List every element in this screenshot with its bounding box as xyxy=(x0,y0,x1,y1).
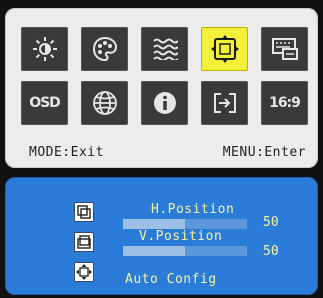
position-submenu-panel: H.Position 50 V.Position 50 Auto Config xyxy=(5,177,318,295)
h-position-value: 50 xyxy=(263,215,279,230)
language-globe-icon xyxy=(92,91,117,115)
tile-image[interactable] xyxy=(141,27,188,71)
auto-config-icon xyxy=(74,262,94,282)
tile-language[interactable] xyxy=(81,81,128,125)
osd-menu: OSD 16:9 MODE:Exit MENU:Enter H.Position… xyxy=(2,3,320,295)
v-position-icon xyxy=(74,232,94,252)
menu-enter-hint: MENU:Enter xyxy=(222,145,306,160)
tile-information[interactable] xyxy=(141,81,188,125)
tile-color[interactable] xyxy=(81,27,128,71)
brightness-icon xyxy=(32,37,57,61)
monitor-setup-icon xyxy=(271,38,298,60)
tile-input[interactable] xyxy=(201,81,248,125)
image-waves-icon xyxy=(152,38,178,60)
menu-icon-grid: OSD 16:9 xyxy=(21,27,313,125)
v-position-label: V.Position xyxy=(139,229,223,244)
v-position-slider-fill xyxy=(123,246,185,256)
osd-setup-icon: OSD xyxy=(29,95,61,111)
mode-exit-hint: MODE:Exit xyxy=(29,145,104,160)
auto-config-label[interactable]: Auto Config xyxy=(125,272,217,287)
tile-position[interactable] xyxy=(201,27,248,71)
input-source-icon xyxy=(213,93,236,113)
main-menu-panel: OSD 16:9 MODE:Exit MENU:Enter xyxy=(5,8,318,168)
tile-osd[interactable]: OSD xyxy=(21,81,68,125)
tile-setup[interactable] xyxy=(261,27,308,71)
v-position-slider[interactable] xyxy=(123,246,247,256)
color-palette-icon xyxy=(92,36,117,62)
tile-brightness[interactable] xyxy=(21,27,68,71)
h-position-icon xyxy=(74,202,94,222)
tile-aspect-ratio[interactable]: 16:9 xyxy=(261,81,308,125)
h-position-slider[interactable] xyxy=(123,219,247,229)
position-icon xyxy=(210,35,239,63)
v-position-value: 50 xyxy=(263,244,279,259)
aspect-ratio-icon: 16:9 xyxy=(269,95,301,111)
h-position-label: H.Position xyxy=(151,202,235,217)
h-position-slider-fill xyxy=(123,219,185,229)
information-icon xyxy=(153,92,176,114)
